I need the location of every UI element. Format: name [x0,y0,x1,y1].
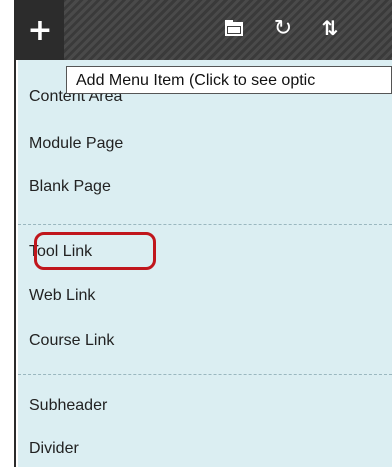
menu-divider [18,374,392,375]
menu-item-web-link[interactable]: Web Link [29,286,95,306]
sort-icon: ⇅ [321,16,339,40]
add-menu-item-button[interactable]: + [16,0,64,71]
menu-item-blank-page[interactable]: Blank Page [29,177,111,197]
menu-divider [18,224,392,225]
folder-icon [225,20,243,36]
folder-button[interactable] [218,12,250,44]
sort-button[interactable]: ⇅ [314,12,346,44]
menu-item-divider[interactable]: Divider [29,439,79,459]
plus-icon: + [27,12,53,48]
menu-item-subheader[interactable]: Subheader [29,396,107,416]
add-menu-item-tooltip: Add Menu Item (Click to see optic [66,66,392,94]
menu-item-module-page[interactable]: Module Page [29,134,123,154]
refresh-button[interactable]: ↻ [267,12,299,44]
refresh-icon: ↻ [273,15,293,41]
menu-item-tool-link[interactable]: Tool Link [29,242,92,262]
menu-item-course-link[interactable]: Course Link [29,331,114,351]
page-left-edge [0,0,16,467]
